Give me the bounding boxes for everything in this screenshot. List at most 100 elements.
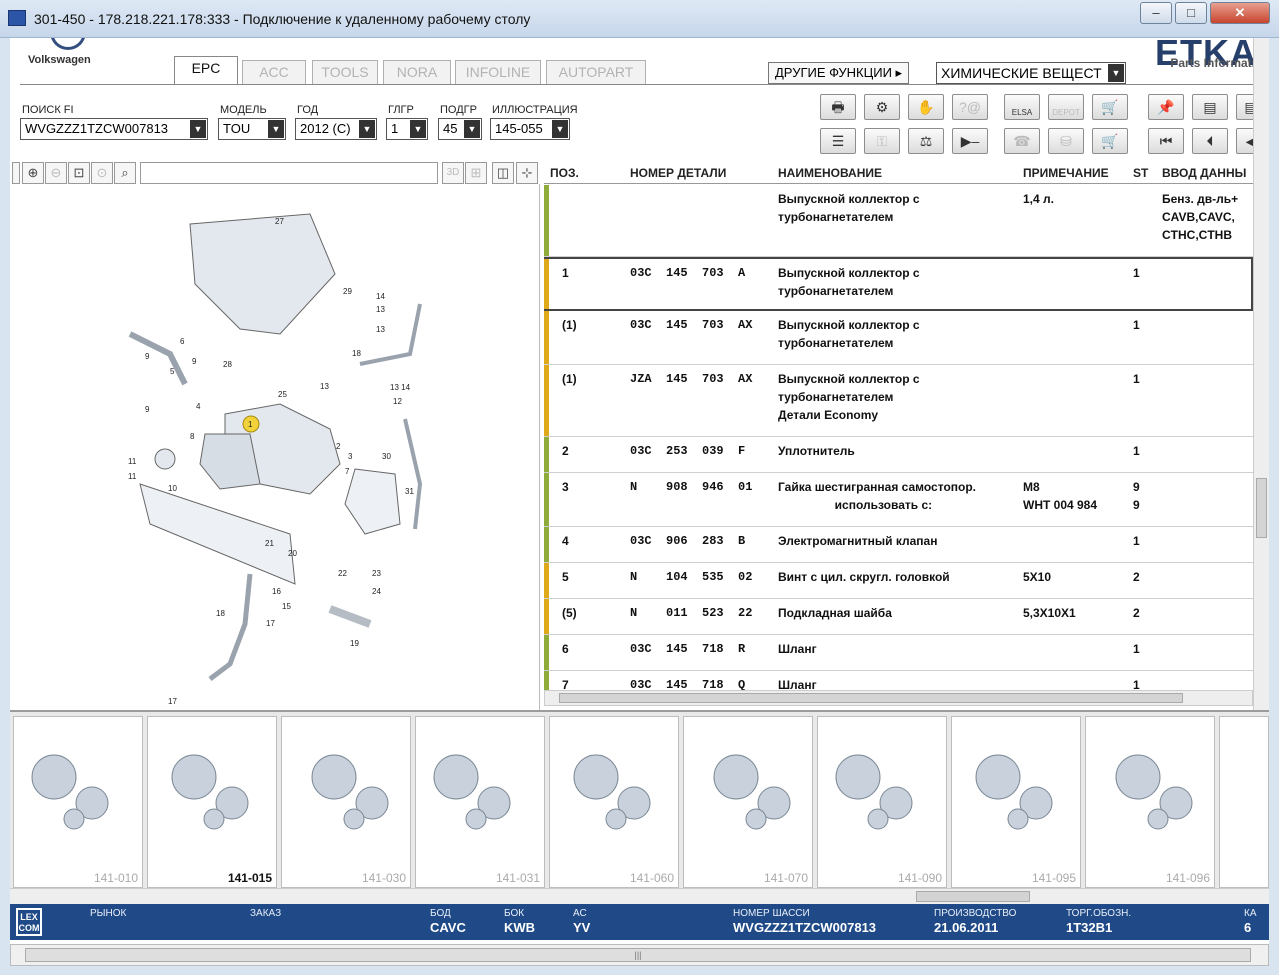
table-row[interactable]: 4 03C 906 283 B Электромагнитный клапан 1 [544, 527, 1253, 563]
remote-horizontal-scrollbar[interactable]: ||| [10, 944, 1269, 966]
scale-icon[interactable]: ⚖ [908, 128, 944, 154]
thumbnail-item[interactable]: 141-095 [951, 716, 1081, 888]
table-vertical-scrollbar[interactable] [1253, 38, 1269, 710]
thumbnail-scrollbar[interactable] [10, 888, 1269, 904]
scroll-thumb[interactable]: ||| [25, 948, 1251, 962]
tab-nora[interactable]: NORA [383, 60, 451, 84]
table-row[interactable]: (5) N 011 523 22 Подкладная шайба 5,3X10X1 2 [544, 599, 1253, 635]
sub-group-select[interactable]: 45 ▼ [438, 118, 482, 140]
print-icon[interactable]: 🖶 [820, 94, 856, 120]
other-functions-button[interactable]: ДРУГИЕ ФУНКЦИИ ▸ [768, 62, 910, 84]
thumbnail-item[interactable]: 141-010 [13, 716, 143, 888]
thumbnail-item[interactable]: 141-090 [817, 716, 947, 888]
dropdown-arrow-icon[interactable]: ▼ [359, 120, 375, 138]
search-fi-field[interactable]: WVGZZZ1TZCW007813 ▼ [20, 118, 208, 140]
col-st[interactable]: ST [1133, 166, 1148, 180]
dropdown-arrow-icon[interactable]: ▼ [190, 120, 206, 138]
main-group-select[interactable]: 1 ▼ [386, 118, 428, 140]
illustration-label: ИЛЛЮСТРАЦИЯ [492, 104, 578, 116]
tab-acc[interactable]: ACC [242, 60, 306, 84]
key-icon[interactable]: ⚿ [864, 128, 900, 154]
table-row[interactable]: (1) JZA 145 703 AX Выпускной коллектор с т… [544, 365, 1253, 437]
3d-icon[interactable]: 3D [442, 162, 464, 184]
window-titlebar[interactable]: 301-450 - 178.218.221.178:333 - Подключе… [0, 0, 1279, 38]
layout-icon[interactable]: ⊹ [516, 162, 538, 184]
thumbnail-item[interactable]: 141-060 [549, 716, 679, 888]
scroll-thumb[interactable] [1256, 478, 1267, 538]
other-functions-select[interactable]: ХИМИЧЕСКИЕ ВЕЩЕСТ ▼ [936, 62, 1126, 84]
service-icon[interactable]: ⚙ [864, 94, 900, 120]
thumbnail-item[interactable]: 141-096 [1085, 716, 1215, 888]
prev-icon[interactable]: ⏴ [1192, 128, 1228, 154]
col-input[interactable]: ВВОД ДАННЫ [1162, 166, 1246, 180]
page-icon[interactable]: ▤ [1192, 94, 1228, 120]
thumbnail-item[interactable]: 141-031 [415, 716, 545, 888]
zoom-out-icon[interactable]: ⊖ [45, 162, 67, 184]
close-button[interactable]: ✕ [1210, 2, 1270, 24]
hose-upper-shape [359, 303, 422, 366]
contact-icon[interactable]: ?@ [952, 94, 988, 120]
table-row[interactable]: (1) 03C 145 703 AX Выпускной коллектор с т… [544, 311, 1253, 365]
dropdown-arrow-icon[interactable]: ▼ [410, 120, 426, 138]
callout: 10 [168, 484, 177, 493]
scroll-thumb[interactable] [916, 891, 1030, 902]
phone-icon[interactable]: ☎ [1004, 128, 1040, 154]
list-icon[interactable]: ☰ [820, 128, 856, 154]
pin-icon[interactable]: 📌 [1148, 94, 1184, 120]
table-row[interactable]: 2 03C 253 039 F Уплотнитель 1 [544, 437, 1253, 473]
first-icon[interactable]: ⏮ [1148, 128, 1184, 154]
parts-diagram[interactable]: 27 29 14 13 13 6 9 28 18 9 5 25 13 12 13… [10, 184, 540, 710]
table-row[interactable]: 5 N 104 535 02 Винт с цил. скругл. головко… [544, 563, 1253, 599]
thumbnail-image [31, 754, 109, 830]
table-row[interactable]: 7 03C 145 718 Q Шланг 1 [544, 671, 1253, 690]
thumbnail-item[interactable]: 141-030 [281, 716, 411, 888]
col-name[interactable]: НАИМЕНОВАНИЕ [778, 166, 882, 180]
handshake-icon[interactable]: ✋ [908, 94, 944, 120]
tab-infoline[interactable]: INFOLINE [455, 60, 541, 84]
thumbnail-partial[interactable] [1219, 716, 1269, 888]
thumbnail-image [311, 754, 389, 830]
disk-icon[interactable]: ⛁ [1048, 128, 1084, 154]
search-icon[interactable]: ⌕ [114, 162, 136, 184]
dropdown-arrow-icon[interactable]: ▼ [1108, 64, 1124, 82]
cell-st: 9 9 [1133, 480, 1140, 512]
split-view-icon[interactable]: ◫ [492, 162, 514, 184]
grid-icon[interactable]: ⊞ [465, 162, 487, 184]
table-row[interactable]: 3 N 908 946 01 Гайка шестигранная самостоп… [544, 473, 1253, 527]
dropdown-arrow-icon[interactable]: ▼ [268, 120, 284, 138]
table-row[interactable]: Выпускной коллектор с турбонагнетателем 1… [544, 185, 1253, 257]
col-part-number[interactable]: НОМЕР ДЕТАЛИ [630, 166, 726, 180]
col-pos[interactable]: ПОЗ. [550, 166, 579, 180]
tab-epc[interactable]: EPC [174, 56, 238, 84]
year-select[interactable]: 2012 (C) ▼ [295, 118, 377, 140]
production-label: ПРОИЗВОДСТВО [934, 908, 1017, 919]
play-icon[interactable]: ▶– [952, 128, 988, 154]
panel-toggle-icon[interactable] [12, 162, 20, 184]
diagram-search-input[interactable] [140, 162, 438, 184]
cart-icon[interactable]: 🛒 [1092, 94, 1128, 120]
scroll-thumb[interactable] [559, 693, 1183, 703]
minimize-button[interactable]: – [1140, 2, 1172, 24]
table-horizontal-scrollbar[interactable] [544, 690, 1253, 706]
table-row[interactable]: 1 03C 145 703 A Выпускной коллектор с турб… [544, 257, 1253, 311]
maximize-button[interactable]: □ [1175, 2, 1207, 24]
illustration-select[interactable]: 145-055 ▼ [490, 118, 570, 140]
thumbnail-code: 141-096 [1165, 871, 1210, 885]
tab-autopart[interactable]: AUTOPART [546, 60, 646, 84]
tab-tools[interactable]: TOOLS [312, 60, 378, 84]
dropdown-arrow-icon[interactable]: ▼ [552, 120, 568, 138]
cell-part: 03C 145 718 R [630, 642, 746, 656]
basket-icon[interactable]: 🛒 [1092, 128, 1128, 154]
cell-note: M8 WHT 004 984 [1023, 480, 1098, 512]
model-select[interactable]: TOU ▼ [218, 118, 286, 140]
zoom-100-icon[interactable]: ⊙ [91, 162, 113, 184]
col-note[interactable]: ПРИМЕЧАНИЕ [1023, 166, 1109, 180]
table-row[interactable]: 6 03C 145 718 R Шланг 1 [544, 635, 1253, 671]
zoom-fit-icon[interactable]: ⊡ [68, 162, 90, 184]
depot-icon[interactable]: DEPOT [1048, 94, 1084, 120]
elsa-icon[interactable]: ELSA [1004, 94, 1040, 120]
thumbnail-item[interactable]: 141-015 [147, 716, 277, 888]
dropdown-arrow-icon[interactable]: ▼ [464, 120, 480, 138]
thumbnail-item[interactable]: 141-070 [683, 716, 813, 888]
zoom-in-icon[interactable]: ⊕ [22, 162, 44, 184]
